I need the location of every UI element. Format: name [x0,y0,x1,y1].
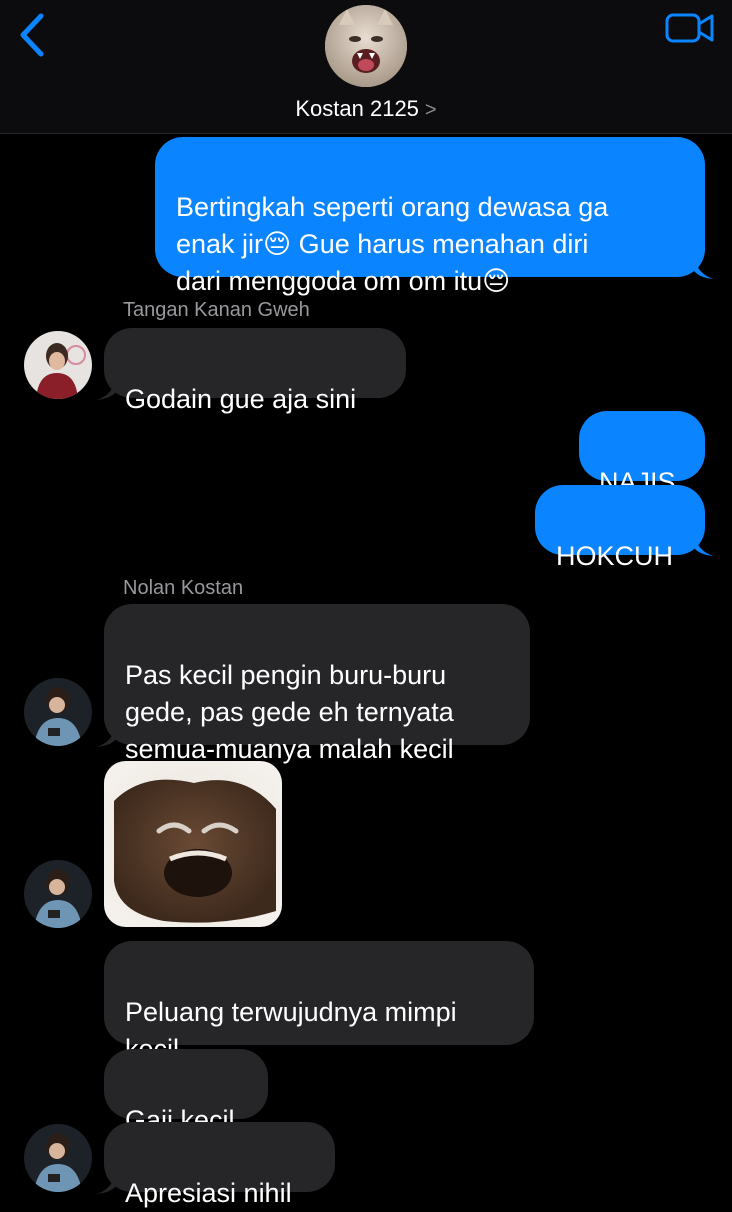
crying-cat-photo [104,761,282,927]
message-bubble-received[interactable]: Godain gue aja sini [104,328,406,414]
message-text: Bertingkah seperti orang dewasa ga enak … [176,192,609,296]
sender-name: Nolan Kostan [123,577,244,599]
bubble-tail [96,1172,116,1194]
avatar[interactable] [24,860,92,928]
back-button[interactable] [12,10,52,60]
video-call-button[interactable] [664,10,716,46]
avatar-photo [24,331,92,399]
message-bubble-received[interactable]: Gaji kecil [104,1049,268,1135]
group-name: Kostan 2125 [295,96,419,121]
message-bubble-received[interactable]: Pas kecil pengin buru-buru gede, pas ged… [104,604,530,764]
avatar[interactable] [24,678,92,746]
bubble-tail [694,534,714,556]
avatar[interactable] [24,331,92,399]
avatar-photo [24,1124,92,1192]
avatar-photo [24,860,92,928]
message-text: Apresiasi nihil [125,1178,292,1208]
video-camera-icon [665,13,714,43]
message-bubble-sent[interactable]: HOKCUH [535,485,705,571]
photo-message[interactable] [104,761,282,927]
message-bubble-sent[interactable]: NAJIS [579,411,705,497]
message-text: HOKCUH [556,541,674,571]
avatar-photo [24,678,92,746]
bubble-tail [694,257,714,279]
message-text: Godain gue aja sini [125,384,357,414]
group-avatar[interactable] [325,5,407,87]
chevron-left-icon [20,13,44,57]
message-bubble-sent[interactable]: Bertingkah seperti orang dewasa ga enak … [155,137,705,296]
group-title-button[interactable]: Kostan 2125 > [0,96,732,122]
bubble-tail [96,378,116,400]
conversation-header: Kostan 2125 > [0,0,732,134]
chevron-right-icon: > [424,99,437,121]
message-text: Pas kecil pengin buru-buru gede, pas ged… [125,660,454,764]
sender-name: Tangan Kanan Gweh [123,299,310,321]
cat-photo [325,5,407,87]
avatar[interactable] [24,1124,92,1192]
message-bubble-received[interactable]: Apresiasi nihil [104,1122,335,1208]
message-bubble-received[interactable]: Peluang terwujudnya mimpi kecil [104,941,534,1064]
bubble-tail [96,725,116,747]
